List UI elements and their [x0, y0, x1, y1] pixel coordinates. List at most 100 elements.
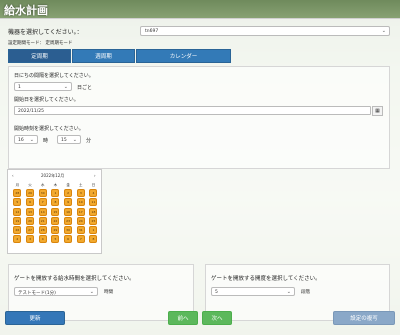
calendar-day[interactable]: 6 — [26, 198, 35, 207]
calendar-day[interactable]: 2 — [64, 189, 73, 198]
calendar-prev-button[interactable]: ‹ — [12, 173, 14, 178]
calendar-weekday: 火 — [28, 183, 32, 187]
calendar-day[interactable]: 3 — [76, 189, 85, 198]
calendar-day[interactable]: 6 — [64, 235, 73, 244]
calendar-day[interactable]: 1 — [89, 225, 98, 234]
feed-time-unit: 時間 — [104, 290, 113, 295]
calendar-day[interactable]: 29 — [51, 225, 60, 234]
calendar-day[interactable]: 8 — [89, 235, 98, 244]
calendar-day[interactable]: 13 — [26, 207, 35, 216]
calendar-weekday: 木 — [53, 183, 58, 187]
calendar-header: ‹ 2022年12月 › — [8, 173, 103, 180]
start-time-label: 開始時刻を選択してください。 — [14, 126, 84, 132]
calendar-day[interactable]: 10 — [76, 198, 85, 207]
calendar-day[interactable]: 11 — [89, 198, 98, 207]
gate-degree-select-value: 5 — [215, 289, 218, 295]
device-select[interactable]: tn697 ⌄ — [140, 26, 390, 36]
calendar-day[interactable]: 8 — [51, 198, 60, 207]
start-date-value: 2022/11/25 — [18, 108, 44, 114]
calendar-day[interactable]: 15 — [51, 207, 60, 216]
calendar-day[interactable]: 27 — [26, 225, 35, 234]
gate-degree-label: ゲートを開放する開度を選択してください。 — [211, 276, 321, 282]
copy-settings-button[interactable]: 設定の複写 — [333, 311, 395, 325]
start-date-input[interactable]: 2022/11/25 — [14, 106, 371, 115]
calendar-day[interactable]: 22 — [51, 216, 60, 225]
calendar-weekday: 月 — [15, 183, 20, 187]
calendar-day[interactable]: 5 — [13, 198, 22, 207]
calendar-day[interactable]: 14 — [38, 207, 47, 216]
feed-time-select[interactable]: テストモード(1分) ⌄ — [14, 287, 98, 296]
calendar-grid: 月火水木金土日 28 29 30 1 2 3 4 5 6 7 8 9 10 11 12 13 14 15 16 17 18… — [11, 182, 100, 244]
calendar-day[interactable]: 7 — [76, 235, 85, 244]
chevron-down-icon: ⌄ — [381, 28, 386, 34]
interval-unit: 日ごと — [77, 85, 93, 91]
start-date-label: 開始日を選択してください。 — [14, 97, 79, 103]
interval-select[interactable]: 1 ⌄ — [14, 82, 72, 91]
period-tabs: 定周期 週周期 カレンダー — [8, 49, 232, 63]
mode-info: 設定期間モード： 定周期モード — [8, 40, 72, 46]
gate-degree-select[interactable]: 5 ⌄ — [211, 287, 295, 296]
period-settings-box: 日にちの間隔を選択してください。 1 ⌄ 日ごと 開始日を選択してください。 2… — [8, 66, 390, 169]
gate-degree-unit: 段階 — [301, 290, 310, 295]
calendar-day[interactable]: 1 — [51, 189, 60, 198]
calendar-day[interactable]: 20 — [26, 216, 35, 225]
main-panel: 機器を選択してください。： tn697 ⌄ 設定期間モード： 定周期モード 定周… — [0, 18, 400, 335]
calendar-day[interactable]: 31 — [76, 225, 85, 234]
device-select-value: tn697 — [145, 29, 159, 34]
chevron-down-icon: ⌄ — [29, 137, 34, 143]
minute-unit: 分 — [86, 138, 92, 144]
calendar-weekday: 金 — [66, 183, 70, 187]
update-button[interactable]: 更新 — [5, 311, 65, 325]
feed-time-select-value: テストモード(1分) — [18, 290, 56, 296]
calendar-day[interactable]: 28 — [13, 189, 22, 198]
chevron-down-icon: ⌄ — [89, 289, 94, 295]
interval-label: 日にちの間隔を選択してください。 — [14, 73, 94, 79]
prev-button[interactable]: 前へ — [168, 311, 198, 325]
calendar-day[interactable]: 18 — [89, 207, 98, 216]
calendar-weekday: 土 — [79, 183, 83, 187]
calendar-day[interactable]: 24 — [76, 216, 85, 225]
hour-select[interactable]: 16 ⌄ — [14, 135, 38, 144]
next-button[interactable]: 次へ — [202, 311, 232, 325]
tab-weekly-period[interactable]: 週周期 — [72, 49, 135, 63]
app-title: 給水計画 — [4, 4, 48, 17]
chevron-down-icon: ⌄ — [72, 137, 77, 143]
calendar-day[interactable]: 17 — [76, 207, 85, 216]
minute-select-value: 15 — [61, 137, 67, 143]
mode-label: 設定期間モード： — [8, 41, 44, 46]
calendar-day[interactable]: 16 — [64, 207, 73, 216]
calendar-month-label: 2022年12月 — [41, 173, 65, 178]
tab-calendar[interactable]: カレンダー — [136, 49, 231, 63]
calendar-day[interactable]: 5 — [51, 235, 60, 244]
feed-time-label: ゲートを開放する給水時間を選択してください。 — [14, 276, 135, 282]
calendar-day[interactable]: 26 — [13, 225, 22, 234]
chevron-down-icon: ⌄ — [63, 84, 68, 90]
minute-select[interactable]: 15 ⌄ — [57, 135, 81, 144]
calendar-next-button[interactable]: › — [94, 173, 96, 178]
calendar-day[interactable]: 19 — [13, 216, 22, 225]
hour-select-value: 16 — [18, 137, 24, 143]
calendar-day[interactable]: 4 — [38, 235, 47, 244]
calendar-icon[interactable]: ▦ — [372, 105, 383, 116]
calendar-day[interactable]: 25 — [89, 216, 98, 225]
calendar-day[interactable]: 21 — [38, 216, 47, 225]
chevron-down-icon: ⌄ — [286, 289, 291, 295]
tab-fixed-period[interactable]: 定周期 — [8, 49, 71, 63]
calendar-day[interactable]: 29 — [26, 189, 35, 198]
calendar-day[interactable]: 12 — [13, 207, 22, 216]
interval-select-value: 1 — [18, 84, 21, 90]
calendar-day[interactable]: 28 — [38, 225, 47, 234]
hour-unit: 時 — [43, 138, 49, 144]
calendar-weekday: 日 — [91, 183, 96, 187]
calendar-widget: ‹ 2022年12月 › 月火水木金土日 28 29 30 1 2 3 4 5 6 7 8 9 10 11 1… — [7, 169, 102, 254]
calendar-day[interactable]: 30 — [64, 225, 73, 234]
calendar-day[interactable]: 30 — [38, 189, 47, 198]
calendar-day[interactable]: 7 — [38, 198, 47, 207]
calendar-weekday: 水 — [40, 183, 45, 187]
calendar-day[interactable]: 23 — [64, 216, 73, 225]
calendar-day[interactable]: 2 — [13, 235, 22, 244]
calendar-day[interactable]: 3 — [26, 235, 35, 244]
calendar-day[interactable]: 4 — [89, 189, 98, 198]
calendar-day[interactable]: 9 — [64, 198, 73, 207]
mode-value: 定周期モード — [45, 41, 73, 46]
